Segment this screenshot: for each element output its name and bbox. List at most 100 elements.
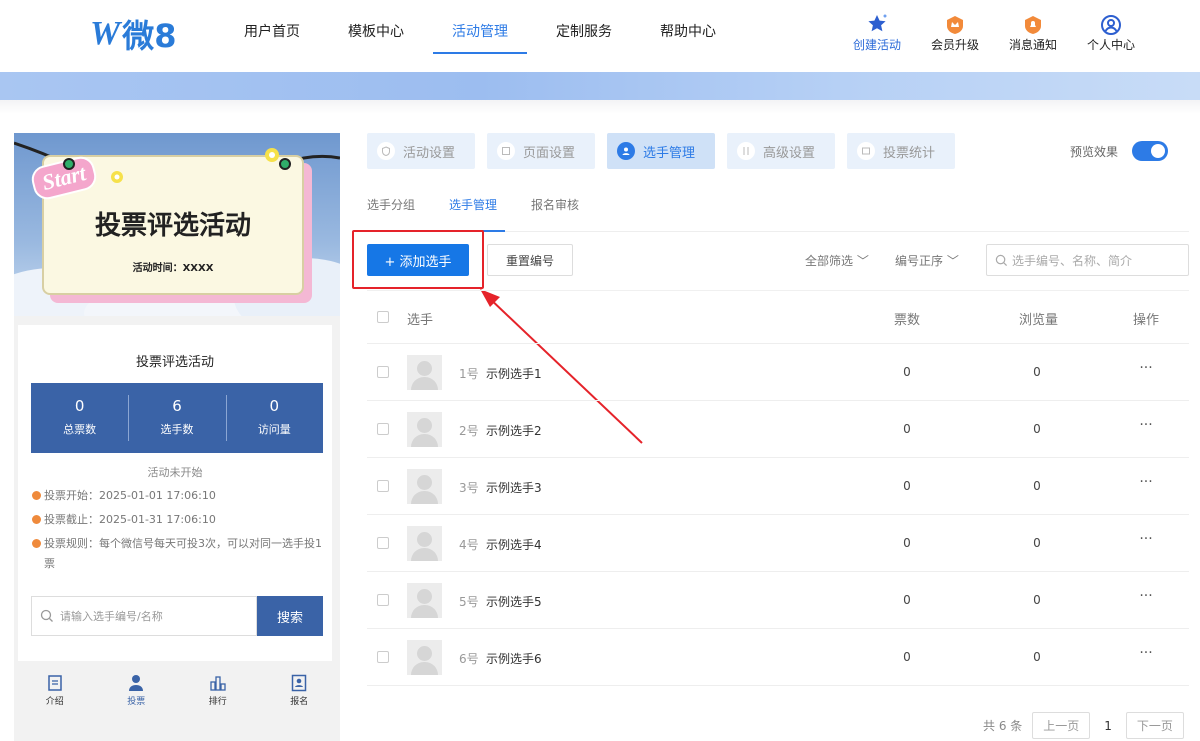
nav-templates[interactable]: 模板中心 [324, 0, 428, 72]
contestant-number: 2号 [459, 424, 479, 438]
tab-vote-statistics[interactable]: 投票统计 [847, 133, 955, 169]
view-count: 0 [1033, 479, 1041, 493]
next-page-button[interactable]: 下一页 [1125, 712, 1184, 739]
table-row: 1号 示例选手1 0 0 ··· [367, 344, 1189, 401]
row-checkbox[interactable] [377, 366, 389, 378]
logo-mark: W [90, 15, 120, 52]
annotation-highlight-box [352, 230, 484, 289]
contestant-name[interactable]: 示例选手1 [486, 365, 542, 382]
tab-contestant-management[interactable]: 选手管理 [607, 133, 715, 169]
renumber-button[interactable]: 重置编号 [487, 244, 573, 276]
sort-dropdown[interactable]: 编号正序 ﹀ [895, 252, 959, 269]
search-icon [40, 609, 53, 622]
more-actions-button[interactable]: ··· [1131, 360, 1161, 376]
tab-label: 投票统计 [883, 145, 936, 161]
row-checkbox[interactable] [377, 594, 389, 606]
create-activity-button[interactable]: 创建活动 [838, 10, 916, 53]
tab-page-settings[interactable]: 页面设置 [487, 133, 595, 169]
search-placeholder: 选手编号、名称、简介 [1012, 253, 1133, 268]
logo[interactable]: W 微8 [90, 14, 177, 55]
sub-tabs: 选手分组 选手管理 报名审核 [367, 190, 1189, 232]
more-actions-button[interactable]: ··· [1131, 417, 1161, 433]
tab-signup[interactable]: 报名 [259, 666, 341, 712]
avatar [407, 526, 442, 561]
top-bar: W 微8 用户首页 模板中心 活动管理 定制服务 帮助中心 创建活动 会员升级 … [0, 0, 1200, 72]
contestant-name[interactable]: 示例选手2 [486, 422, 542, 439]
vote-count: 0 [903, 593, 911, 607]
avatar [407, 469, 442, 504]
shield-icon [377, 142, 395, 160]
tab-activity-settings[interactable]: 活动设置 [367, 133, 475, 169]
current-page[interactable]: 1 [1100, 719, 1116, 733]
main-nav: 用户首页 模板中心 活动管理 定制服务 帮助中心 [220, 0, 740, 72]
member-upgrade-label: 会员升级 [930, 38, 979, 52]
preview-switch[interactable] [1132, 141, 1169, 161]
logo-text: 微8 [122, 17, 177, 55]
page-tabs: 活动设置 页面设置 选手管理 高级设置 投票统计 [367, 133, 955, 169]
row-checkbox[interactable] [377, 423, 389, 435]
nav-help-center[interactable]: 帮助中心 [636, 0, 740, 72]
nav-activity-management[interactable]: 活动管理 [428, 0, 532, 72]
tab-label: 页面设置 [523, 145, 576, 161]
contestant-name[interactable]: 示例选手5 [486, 593, 542, 610]
view-count: 0 [1033, 422, 1041, 436]
member-upgrade-button[interactable]: 会员升级 [916, 10, 994, 53]
subtab-groups[interactable]: 选手分组 [367, 190, 415, 231]
header-tools: 创建活动 会员升级 消息通知 个人中心 [838, 10, 1150, 53]
tab-ranking[interactable]: 排行 [177, 666, 259, 712]
more-actions-button[interactable]: ··· [1131, 588, 1161, 604]
preview-search-button[interactable]: 搜索 [257, 596, 323, 636]
filter-dropdown[interactable]: 全部筛选 ﹀ [805, 252, 869, 269]
tab-intro[interactable]: 介绍 [14, 666, 96, 712]
info-dot-icon [32, 539, 41, 548]
tab-label: 报名 [290, 697, 309, 707]
rule-text: 投票开始：2025-01-01 17:06:10 [44, 489, 216, 502]
stat-value: 0 [269, 397, 280, 415]
preview-search-input[interactable]: 请输入选手编号/名称 [31, 596, 257, 636]
flower-icon [111, 171, 123, 183]
sliders-icon [737, 142, 755, 160]
tab-advanced-settings[interactable]: 高级设置 [727, 133, 835, 169]
stat-label: 访问量 [257, 423, 291, 436]
subtab-signup-review[interactable]: 报名审核 [531, 190, 579, 231]
select-all-checkbox[interactable] [377, 311, 389, 323]
row-checkbox[interactable] [377, 651, 389, 663]
user-circle-icon [1072, 10, 1150, 36]
create-activity-label: 创建活动 [852, 38, 901, 52]
nav-custom-service[interactable]: 定制服务 [532, 0, 636, 72]
contestant-search-input[interactable]: 选手编号、名称、简介 [986, 244, 1189, 276]
node-icon [279, 158, 291, 170]
subtab-contestants[interactable]: 选手管理 [441, 190, 506, 232]
stat-contestants: 6 选手数 [128, 383, 225, 453]
preview-search: 请输入选手编号/名称 搜索 [31, 596, 323, 636]
contestant-name[interactable]: 示例选手4 [486, 536, 542, 553]
vote-count: 0 [903, 650, 911, 664]
contestant-number: 1号 [459, 367, 479, 381]
preview-tabbar: 介绍 投票 排行 报名 [14, 666, 340, 712]
tab-vote[interactable]: 投票 [96, 666, 178, 712]
page-icon [497, 142, 515, 160]
avatar [407, 412, 442, 447]
top-banner [0, 72, 1200, 100]
search-icon [995, 254, 1008, 266]
personal-center-button[interactable]: 个人中心 [1072, 10, 1150, 53]
contestant-name[interactable]: 示例选手6 [486, 650, 542, 667]
star-icon [838, 10, 916, 36]
table-header: 选手 票数 浏览量 操作 [367, 290, 1189, 344]
more-actions-button[interactable]: ··· [1131, 474, 1161, 490]
activity-status: 活动未开始 [147, 466, 203, 479]
row-checkbox[interactable] [377, 480, 389, 492]
more-actions-button[interactable]: ··· [1131, 531, 1161, 547]
rule-text: 投票规则：每个微信号每天可投3次，可以对同一选手投1票 [44, 537, 322, 570]
contestant-name[interactable]: 示例选手3 [486, 479, 542, 496]
banner-shadow [0, 100, 1200, 114]
more-actions-button[interactable]: ··· [1131, 645, 1161, 661]
tab-label: 活动设置 [403, 145, 456, 161]
notifications-button[interactable]: 消息通知 [994, 10, 1072, 53]
tab-label: 高级设置 [763, 145, 816, 161]
row-checkbox[interactable] [377, 537, 389, 549]
crown-badge-icon [916, 10, 994, 36]
table-row: 6号 示例选手6 0 0 ··· [367, 629, 1189, 686]
prev-page-button[interactable]: 上一页 [1032, 712, 1091, 739]
nav-home[interactable]: 用户首页 [220, 0, 324, 72]
